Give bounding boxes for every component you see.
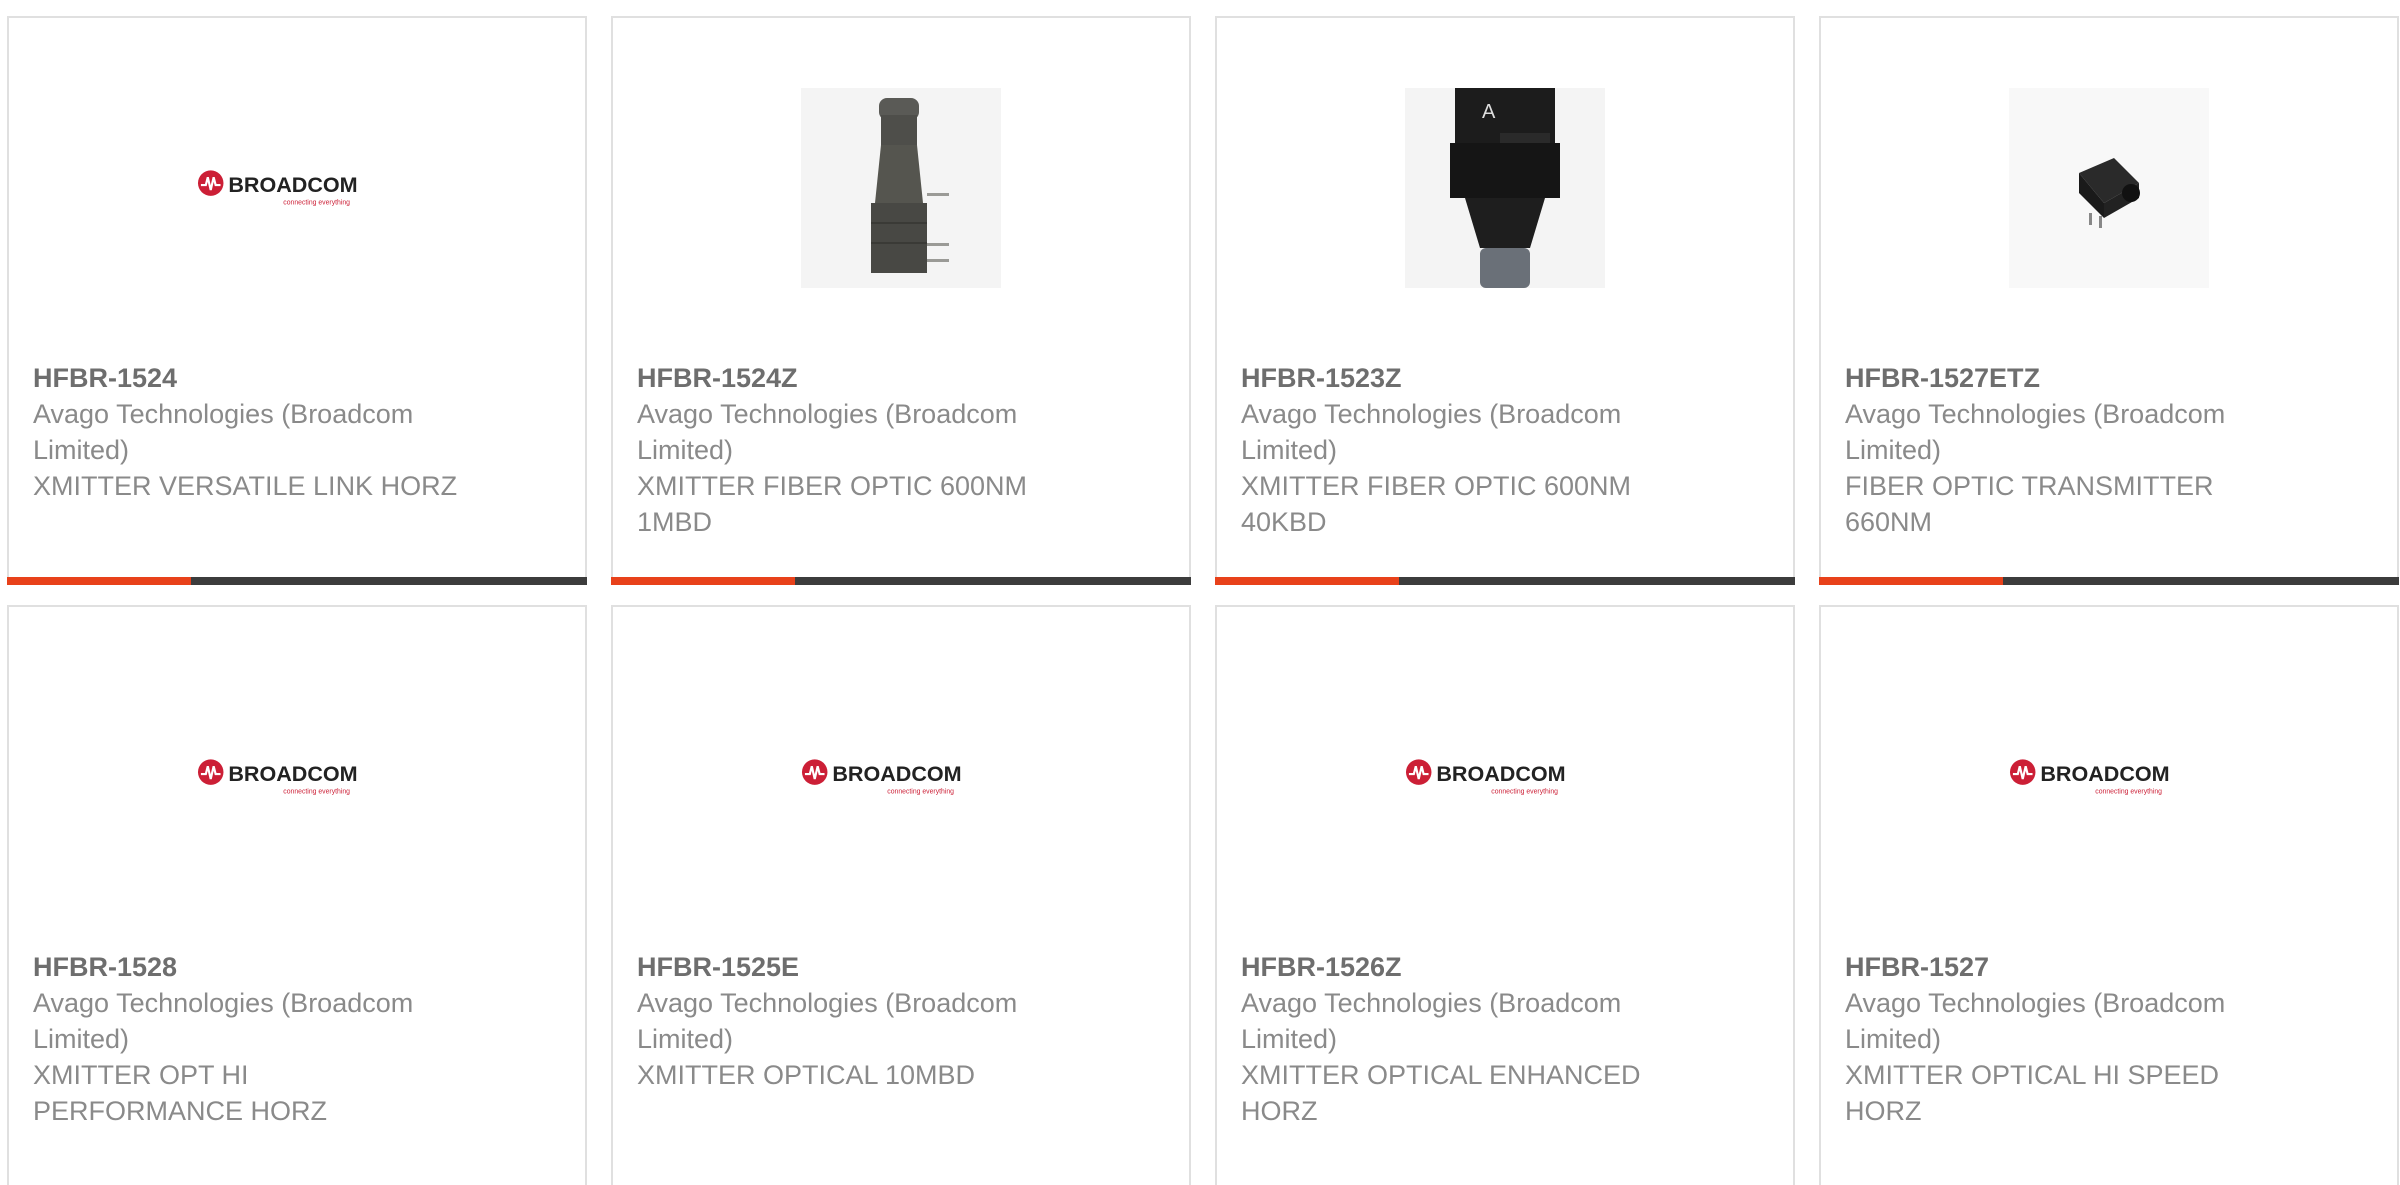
manufacturer: Avago Technologies (Broadcom Limited) [1241, 988, 1622, 1054]
description: XMITTER OPTICAL HI SPEED HORZ [1845, 1060, 2220, 1126]
fiber-optic-transmitter-small-photo [2009, 88, 2209, 288]
card-bottom-bar [1215, 577, 1795, 585]
card-accent-bar [611, 577, 795, 585]
part-number[interactable]: HFBR-1524 [33, 360, 463, 396]
svg-text:BROADCOM: BROADCOM [2040, 761, 2169, 786]
product-info: HFBR-1526Z Avago Technologies (Broadcom … [1241, 949, 1671, 1129]
part-number[interactable]: HFBR-1527 [1845, 949, 2275, 985]
product-info: HFBR-1525E Avago Technologies (Broadcom … [637, 949, 1067, 1093]
svg-text:A: A [1482, 101, 1496, 123]
broadcom-logo: BROADCOM connecting everything [1405, 759, 1566, 796]
broadcom-logo: BROADCOM connecting everything [197, 170, 358, 207]
broadcom-logo: BROADCOM connecting everything [2009, 759, 2170, 796]
part-number[interactable]: HFBR-1526Z [1241, 949, 1671, 985]
product-card[interactable]: BROADCOM connecting everything HFBR-1528… [7, 605, 587, 1185]
manufacturer: Avago Technologies (Broadcom Limited) [637, 399, 1018, 465]
product-image[interactable] [2009, 88, 2209, 288]
svg-text:connecting everything: connecting everything [283, 789, 350, 796]
product-card[interactable]: HFBR-1527ETZ Avago Technologies (Broadco… [1819, 16, 2399, 585]
manufacturer: Avago Technologies (Broadcom Limited) [637, 988, 1018, 1054]
part-number[interactable]: HFBR-1527ETZ [1845, 360, 2275, 396]
part-number[interactable]: HFBR-1523Z [1241, 360, 1671, 396]
manufacturer: Avago Technologies (Broadcom Limited) [33, 988, 414, 1054]
description: XMITTER FIBER OPTIC 600NM 40KBD [1241, 471, 1632, 537]
product-info: HFBR-1523Z Avago Technologies (Broadcom … [1241, 360, 1671, 540]
fiber-optic-transmitter-black-photo: A [1405, 88, 1605, 288]
product-image[interactable]: BROADCOM connecting everything [197, 88, 397, 288]
manufacturer: Avago Technologies (Broadcom Limited) [1241, 399, 1622, 465]
product-card[interactable]: A HFBR-1523Z Avago Technologies (Broadco… [1215, 16, 1795, 585]
description: XMITTER OPT HI PERFORMANCE HORZ [33, 1060, 328, 1126]
product-info: HFBR-1524 Avago Technologies (Broadcom L… [33, 360, 463, 504]
product-card[interactable]: BROADCOM connecting everything HFBR-1525… [611, 605, 1191, 1185]
part-number[interactable]: HFBR-1525E [637, 949, 1067, 985]
manufacturer: Avago Technologies (Broadcom Limited) [33, 399, 414, 465]
card-accent-bar [1819, 577, 2003, 585]
manufacturer: Avago Technologies (Broadcom Limited) [1845, 399, 2226, 465]
svg-text:BROADCOM: BROADCOM [832, 761, 961, 786]
svg-text:connecting everything: connecting everything [283, 200, 350, 207]
product-card[interactable]: BROADCOM connecting everything HFBR-1524… [7, 16, 587, 585]
description: XMITTER OPTICAL 10MBD [637, 1060, 976, 1090]
product-grid: BROADCOM connecting everything HFBR-1524… [0, 0, 2400, 1185]
product-image[interactable]: A [1405, 88, 1605, 288]
svg-text:BROADCOM: BROADCOM [228, 172, 357, 197]
part-number[interactable]: HFBR-1528 [33, 949, 463, 985]
card-bottom-bar [611, 577, 1191, 585]
card-bottom-bar [1819, 577, 2399, 585]
product-image[interactable]: BROADCOM connecting everything [1405, 677, 1605, 877]
broadcom-logo: BROADCOM connecting everything [197, 759, 358, 796]
description: XMITTER FIBER OPTIC 600NM 1MBD [637, 471, 1028, 537]
part-number[interactable]: HFBR-1524Z [637, 360, 1067, 396]
description: XMITTER VERSATILE LINK HORZ [33, 471, 458, 501]
product-image[interactable]: BROADCOM connecting everything [801, 677, 1001, 877]
product-card[interactable]: BROADCOM connecting everything HFBR-1527… [1819, 605, 2399, 1185]
description: FIBER OPTIC TRANSMITTER 660NM [1845, 471, 2214, 537]
card-accent-bar [1215, 577, 1399, 585]
svg-text:connecting everything: connecting everything [2095, 789, 2162, 796]
fiber-optic-transmitter-vertical-photo [801, 88, 1001, 288]
product-info: HFBR-1524Z Avago Technologies (Broadcom … [637, 360, 1067, 540]
svg-text:connecting everything: connecting everything [887, 789, 954, 796]
broadcom-logo: BROADCOM connecting everything [801, 759, 962, 796]
product-image[interactable]: BROADCOM connecting everything [197, 677, 397, 877]
card-accent-bar [7, 577, 191, 585]
manufacturer: Avago Technologies (Broadcom Limited) [1845, 988, 2226, 1054]
product-info: HFBR-1527ETZ Avago Technologies (Broadco… [1845, 360, 2275, 540]
svg-text:BROADCOM: BROADCOM [1436, 761, 1565, 786]
product-info: HFBR-1528 Avago Technologies (Broadcom L… [33, 949, 463, 1129]
product-image[interactable] [801, 88, 1001, 288]
product-info: HFBR-1527 Avago Technologies (Broadcom L… [1845, 949, 2275, 1129]
product-card[interactable]: HFBR-1524Z Avago Technologies (Broadcom … [611, 16, 1191, 585]
product-card[interactable]: BROADCOM connecting everything HFBR-1526… [1215, 605, 1795, 1185]
svg-text:connecting everything: connecting everything [1491, 789, 1558, 796]
product-image[interactable]: BROADCOM connecting everything [2009, 677, 2209, 877]
svg-text:BROADCOM: BROADCOM [228, 761, 357, 786]
description: XMITTER OPTICAL ENHANCED HORZ [1241, 1060, 1641, 1126]
card-bottom-bar [7, 577, 587, 585]
